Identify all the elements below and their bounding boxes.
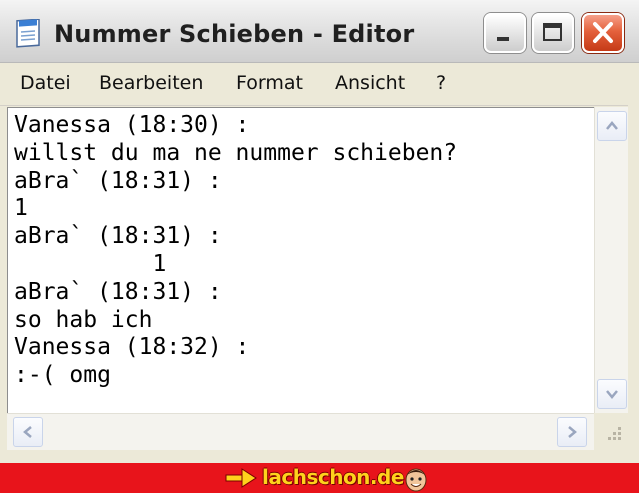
scroll-right-icon: [568, 426, 577, 438]
scroll-left-button[interactable]: [13, 417, 43, 447]
window-frame-bottom: [0, 450, 639, 463]
menu-datei[interactable]: Datei: [20, 72, 71, 94]
title-bar[interactable]: Nummer Schieben - Editor: [0, 0, 639, 63]
maximize-icon: [543, 23, 562, 41]
close-button[interactable]: [582, 13, 624, 53]
document-text[interactable]: Vanessa (18:30) : willst du ma ne nummer…: [14, 112, 457, 390]
scroll-right-button[interactable]: [557, 417, 587, 447]
menu-bar: Datei Bearbeiten Format Ansicht ?: [0, 63, 639, 106]
notepad-icon: [14, 18, 42, 49]
close-icon: [593, 22, 613, 43]
vertical-scrollbar[interactable]: [594, 107, 629, 413]
scroll-left-icon: [23, 426, 32, 438]
horizontal-scrollbar[interactable]: [7, 413, 594, 451]
notepad-window: Nummer Schieben - Editor Datei Bearbeite…: [0, 0, 639, 463]
scroll-up-button[interactable]: [597, 111, 627, 141]
menu-ansicht[interactable]: Ansicht: [335, 72, 405, 94]
window-frame-right: [628, 63, 639, 463]
arrow-right-icon: [225, 468, 257, 488]
scroll-up-icon: [606, 121, 618, 130]
minimize-button[interactable]: [484, 13, 526, 53]
text-editor[interactable]: Vanessa (18:30) : willst du ma ne nummer…: [7, 107, 594, 414]
window-title: Nummer Schieben - Editor: [54, 20, 415, 48]
minimize-icon: [497, 37, 509, 41]
maximize-button[interactable]: [532, 13, 574, 53]
size-grip[interactable]: [594, 413, 628, 450]
menu-bearbeiten[interactable]: Bearbeiten: [99, 72, 203, 94]
smiley-face-icon: [405, 468, 427, 492]
scroll-down-button[interactable]: [597, 379, 627, 409]
scroll-down-icon: [606, 390, 618, 399]
menu-help[interactable]: ?: [436, 72, 446, 94]
menu-format[interactable]: Format: [236, 72, 303, 94]
size-grip-icon: [608, 427, 621, 440]
watermark-banner: lachschon.de: [0, 463, 639, 493]
site-logo: lachschon.de: [262, 465, 404, 489]
